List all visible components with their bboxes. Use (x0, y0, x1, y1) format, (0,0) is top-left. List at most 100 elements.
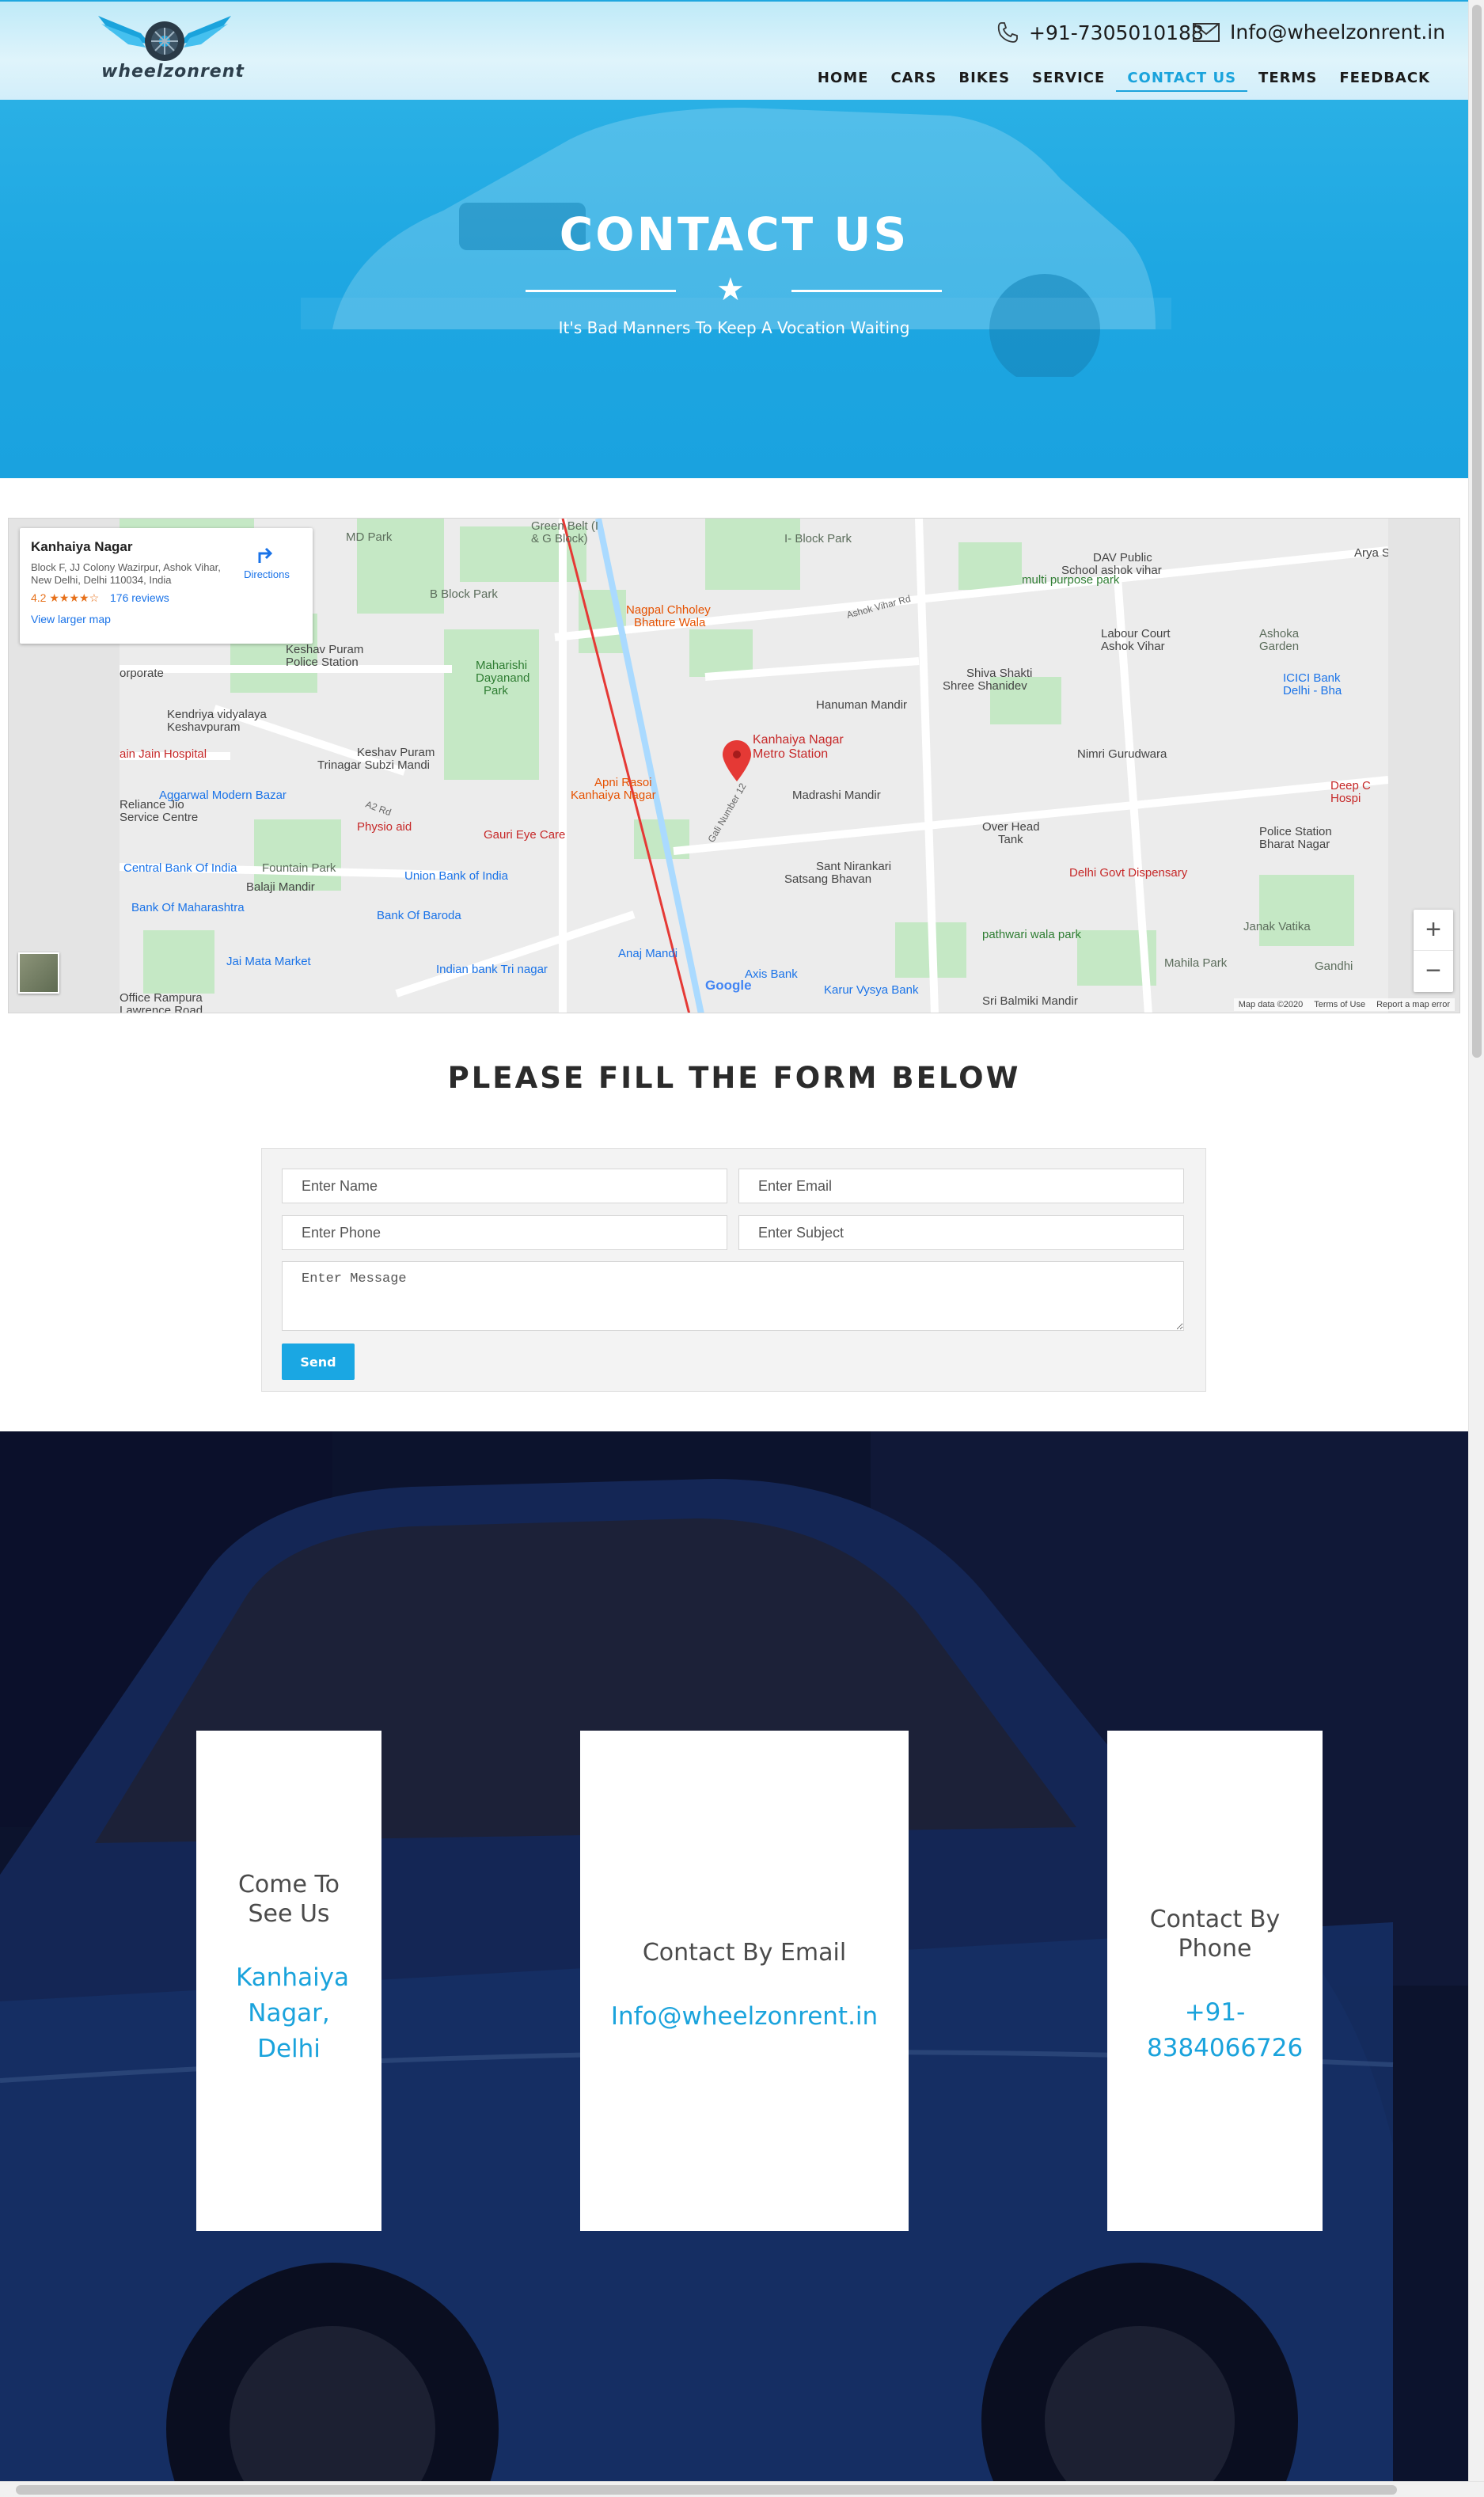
contact-card-phone-heading: Contact By Phone (1149, 1906, 1281, 1963)
map-zoom-in-button[interactable]: + (1414, 910, 1453, 951)
contact-form: Send (261, 1148, 1206, 1392)
map-zoom-out-button[interactable]: − (1414, 951, 1453, 992)
svg-text:Physio aid: Physio aid (357, 820, 412, 834)
google-map[interactable]: MD Park MazdoorWala Park Green Belt (I& … (8, 518, 1460, 1013)
nav-feedback[interactable]: FEEDBACK (1328, 70, 1441, 92)
map-reviews-link[interactable]: 176 reviews (110, 591, 169, 604)
header-email[interactable]: Info@wheelzonrent.in (1192, 21, 1445, 44)
svg-text:ICICI Bank: ICICI Bank (1283, 671, 1341, 685)
contact-card-visit-value: Kanhaiya Nagar, Delhi (236, 1963, 350, 2063)
svg-text:Delhi Govt Dispensary: Delhi Govt Dispensary (1069, 866, 1188, 880)
phone-icon (997, 22, 1018, 43)
google-logo: Google (705, 978, 752, 993)
vertical-scrollbar-thumb[interactable] (1472, 5, 1482, 1058)
svg-text:Bank Of Baroda: Bank Of Baroda (377, 909, 461, 922)
contact-card-visit: Come To See Us Kanhaiya Nagar, Delhi (196, 1731, 381, 2231)
contact-card-email: Contact By Email Info@wheelzonrent.in (580, 1731, 909, 2231)
map-terms-link[interactable]: Terms of Use (1314, 1000, 1365, 1009)
svg-text:Tank: Tank (998, 833, 1023, 846)
svg-text:Jai Mata Market: Jai Mata Market (226, 955, 312, 968)
svg-text:Hospi: Hospi (1330, 792, 1361, 805)
map-label-mdpark: MD Park (346, 530, 393, 544)
svg-text:pathwari wala park: pathwari wala park (982, 928, 1082, 941)
svg-text:School ashok vihar: School ashok vihar (1061, 564, 1162, 577)
site-header: wheelzonrent +91-7305010188 Info@wheelzo… (0, 0, 1468, 100)
map-zoom-controls: + − (1414, 910, 1453, 992)
svg-text:orporate: orporate (120, 667, 164, 680)
svg-text:Balaji Mandir: Balaji Mandir (246, 880, 315, 894)
logo-wordmark[interactable]: wheelzonrent (101, 62, 245, 82)
map-satellite-toggle[interactable] (18, 952, 59, 994)
map-report-link[interactable]: Report a map error (1376, 1000, 1450, 1009)
subject-input[interactable] (738, 1215, 1184, 1250)
svg-text:Madrashi Mandir: Madrashi Mandir (792, 789, 881, 802)
email-input[interactable] (738, 1169, 1184, 1203)
svg-text:Bhature Wala: Bhature Wala (634, 616, 706, 629)
svg-text:Kanhaiya Nagar: Kanhaiya Nagar (571, 789, 656, 802)
svg-text:Sant Nirankari: Sant Nirankari (816, 860, 891, 873)
map-place-address: Block F, JJ Colony Wazirpur, Ashok Vihar… (31, 561, 221, 586)
send-button[interactable]: Send (282, 1344, 355, 1380)
name-input[interactable] (282, 1169, 727, 1203)
svg-text:Bank Of Maharashtra: Bank Of Maharashtra (131, 901, 245, 914)
nav-contact-us[interactable]: CONTACT US (1116, 70, 1248, 92)
svg-text:Delhi - Bha: Delhi - Bha (1283, 684, 1342, 697)
svg-text:Maharishi: Maharishi (476, 659, 527, 672)
svg-text:Police Station: Police Station (1259, 825, 1332, 838)
svg-text:Union Bank of India: Union Bank of India (404, 869, 509, 883)
svg-text:Police Station: Police Station (286, 656, 359, 669)
svg-text:Fountain Park: Fountain Park (262, 861, 336, 875)
svg-text:Satsang Bhavan: Satsang Bhavan (784, 872, 871, 886)
svg-text:Deep C: Deep C (1330, 779, 1371, 792)
hero-divider-right (791, 290, 942, 292)
contact-card-visit-heading: Come To See Us (237, 1871, 340, 1928)
svg-text:Hanuman Mandir: Hanuman Mandir (816, 698, 907, 712)
svg-text:Ashoka: Ashoka (1259, 627, 1300, 640)
svg-text:Keshav Puram: Keshav Puram (286, 643, 363, 656)
hero-title: CONTACT US (559, 207, 909, 261)
svg-text:Green Belt (I: Green Belt (I (531, 519, 598, 533)
svg-text:Sri Balmiki Mandir: Sri Balmiki Mandir (982, 994, 1078, 1008)
svg-text:DAV Public: DAV Public (1093, 551, 1152, 564)
map-view-larger-link[interactable]: View larger map (31, 613, 302, 625)
map-rating-stars: ★★★★☆ (49, 591, 100, 604)
header-phone[interactable]: +91-7305010188 (996, 21, 1204, 44)
svg-text:Keshav Puram: Keshav Puram (357, 746, 435, 759)
star-icon: ★ (716, 272, 745, 308)
nav-terms[interactable]: TERMS (1247, 70, 1328, 92)
phone-input[interactable] (282, 1215, 727, 1250)
form-title: PLEASE FILL THE FORM BELOW (447, 1061, 1021, 1095)
nav-cars[interactable]: CARS (879, 70, 947, 92)
contact-card-email-value[interactable]: Info@wheelzonrent.in (580, 1999, 909, 2035)
map-directions-label: Directions (244, 568, 290, 580)
svg-text:Lawrence Road: Lawrence Road (120, 1004, 203, 1013)
svg-text:Janak Vatika: Janak Vatika (1243, 920, 1311, 933)
svg-text:Axis Bank: Axis Bank (745, 967, 798, 981)
svg-text:Over Head: Over Head (982, 820, 1040, 834)
contact-card-phone-value[interactable]: +91-8384066726 (1107, 1995, 1323, 2066)
nav-service[interactable]: SERVICE (1021, 70, 1116, 92)
svg-text:Mahila Park: Mahila Park (1164, 956, 1228, 970)
vertical-scrollbar[interactable] (1468, 0, 1484, 2481)
map-info-card: Kanhaiya Nagar Block F, JJ Colony Wazirp… (20, 528, 313, 644)
map-directions-button[interactable]: Directions (235, 542, 298, 580)
hero-banner: CONTACT US ★ It's Bad Manners To Keep A … (0, 100, 1468, 478)
header-phone-text: +91-7305010188 (1029, 21, 1204, 44)
svg-text:Kendriya vidyalaya: Kendriya vidyalaya (167, 708, 268, 721)
svg-text:B Block Park: B Block Park (430, 587, 498, 601)
svg-text:Park: Park (484, 684, 508, 697)
svg-text:Garden: Garden (1259, 640, 1299, 653)
horizontal-scrollbar[interactable] (0, 2481, 1484, 2497)
svg-text:Dayanand: Dayanand (476, 671, 529, 685)
svg-text:Keshavpuram: Keshavpuram (167, 720, 241, 734)
nav-home[interactable]: HOME (807, 70, 880, 92)
message-textarea[interactable] (282, 1261, 1184, 1331)
nav-bikes[interactable]: BIKES (947, 70, 1021, 92)
svg-text:Anaj Mandi: Anaj Mandi (618, 947, 677, 960)
hero-divider-left (526, 290, 676, 292)
directions-icon (258, 547, 273, 563)
contact-card-email-heading: Contact By Email (642, 1939, 847, 1967)
svg-text:Nimri Gurudwara: Nimri Gurudwara (1077, 747, 1167, 761)
mail-icon (1193, 22, 1220, 42)
horizontal-scrollbar-thumb[interactable] (16, 2485, 1397, 2495)
